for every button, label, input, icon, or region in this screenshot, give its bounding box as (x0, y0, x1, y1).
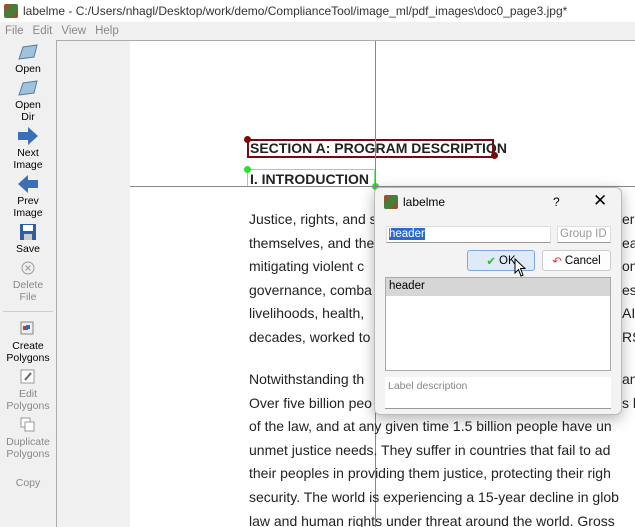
tool-label: Polygons (6, 400, 50, 412)
text-line: s li (622, 394, 635, 411)
text-line: livelihoods, health, (249, 305, 365, 322)
menu-edit[interactable]: Edit (33, 25, 53, 37)
text-line: their peoples in providing them justice,… (249, 465, 611, 482)
group-id-input[interactable]: Group ID (557, 226, 611, 243)
text-line: on (622, 258, 635, 275)
polygon-vertex[interactable] (491, 152, 498, 159)
window-title: labelme - C:/Users/nhagl/Desktop/work/de… (23, 4, 568, 18)
delete-circle-icon (17, 258, 39, 278)
paragraph-1-right-fragments: er ea on ess AID RS (622, 208, 635, 350)
tool-label: Polygons (6, 448, 50, 460)
text-line: Justice, rights, and s (249, 211, 377, 227)
text-line: anc (622, 371, 635, 387)
tool-label: File (19, 291, 37, 303)
tool-label: Dir (21, 111, 35, 123)
menu-bar: File Edit View Help (0, 22, 635, 40)
text-line: themselves, and the (249, 234, 375, 251)
delete-file-button[interactable]: Delete File (0, 258, 56, 303)
prev-image-button[interactable]: Prev Image (0, 174, 56, 219)
dialog-title: labelme (403, 195, 446, 209)
paragraph-1: Justice, rights, and s themselves, and t… (249, 208, 377, 350)
tool-label: Polygons (6, 352, 50, 364)
text-line: er (622, 211, 635, 227)
checkmark-icon: ✔ (486, 255, 496, 268)
text-line: mitigating violent c (249, 258, 365, 275)
duplicate-polygons-button[interactable]: Duplicate Polygons (0, 415, 56, 460)
close-icon[interactable]: ✕ (593, 191, 607, 211)
folder-icon (17, 42, 39, 62)
polygon-header-new[interactable] (247, 169, 375, 187)
text-line: law and human rights under threat around… (249, 512, 615, 527)
edit-polygons-button[interactable]: Edit Polygons (0, 367, 56, 412)
text-line: unmet justice needs. They suffer in coun… (249, 441, 611, 458)
cancel-label: Cancel (564, 254, 601, 267)
label-input-value: header (389, 228, 425, 240)
toolbar: Open Open Dir Next Image Prev Image Save De… (0, 42, 56, 527)
title-bar: labelme - C:/Users/nhagl/Desktop/work/de… (0, 0, 635, 22)
cancel-button[interactable]: ↶ Cancel (542, 250, 611, 271)
open-button[interactable]: Open (0, 42, 56, 75)
create-polygon-icon (17, 319, 39, 339)
text-line: security. The world is experiencing a 15… (249, 488, 619, 505)
arrow-right-icon (17, 126, 39, 146)
text-line: ea (622, 234, 635, 251)
tool-label: Copy (15, 477, 41, 489)
tool-label: Open (15, 63, 41, 75)
save-button[interactable]: Save (0, 222, 56, 255)
labelme-app-icon (384, 195, 398, 209)
paragraph-2-right-fragments: anc s li (622, 368, 635, 415)
label-description-input[interactable]: Label description (385, 377, 611, 409)
menu-view[interactable]: View (61, 25, 86, 37)
label-list-item[interactable]: header (386, 278, 610, 296)
menu-help[interactable]: Help (95, 25, 119, 37)
tool-label: Image (13, 159, 43, 171)
duplicate-icon (17, 415, 39, 435)
tool-label: Prev (17, 195, 39, 207)
labelme-app-icon (4, 4, 18, 18)
copy-button[interactable]: Copy (0, 477, 56, 489)
polygon-section-heading[interactable] (247, 139, 494, 158)
arrow-left-icon (17, 174, 39, 194)
tool-label: Open (15, 99, 41, 111)
menu-file[interactable]: File (5, 25, 24, 37)
tool-label: Save (16, 243, 40, 255)
undo-arrow-icon: ↶ (552, 255, 562, 268)
tool-label: Edit (18, 388, 38, 400)
text-line: decades, worked to (249, 328, 371, 345)
text-line: ess (622, 281, 635, 298)
tool-label: Next (17, 147, 39, 159)
dialog-title-bar: labelme ? ✕ (375, 188, 621, 216)
next-image-button[interactable]: Next Image (0, 126, 56, 171)
label-input[interactable]: header (386, 226, 551, 243)
edit-icon (17, 367, 39, 387)
folder-icon (17, 78, 39, 98)
text-line: governance, comba (249, 281, 372, 298)
text-line: AID (622, 305, 635, 322)
text-line: RS (622, 328, 635, 345)
text-line: of the law, and at any given time 1.5 bi… (249, 418, 612, 435)
tool-label: Image (13, 207, 43, 219)
tool-label: Duplicate (6, 436, 50, 448)
toolbar-separator (3, 311, 53, 312)
open-dir-button[interactable]: Open Dir (0, 78, 56, 123)
floppy-disk-icon (17, 222, 39, 242)
polygon-vertex[interactable] (244, 166, 251, 173)
help-button[interactable]: ? (553, 195, 560, 209)
polygon-vertex[interactable] (244, 136, 251, 143)
create-polygons-button[interactable]: Create Polygons (0, 319, 56, 364)
tool-label: Create (12, 340, 44, 352)
mouse-cursor-icon (514, 258, 527, 277)
tool-label: Delete (12, 279, 44, 291)
label-dialog: labelme ? ✕ header Group ID ✔ OK ↶ Cancel … (374, 187, 622, 415)
label-list[interactable]: header (385, 277, 611, 371)
